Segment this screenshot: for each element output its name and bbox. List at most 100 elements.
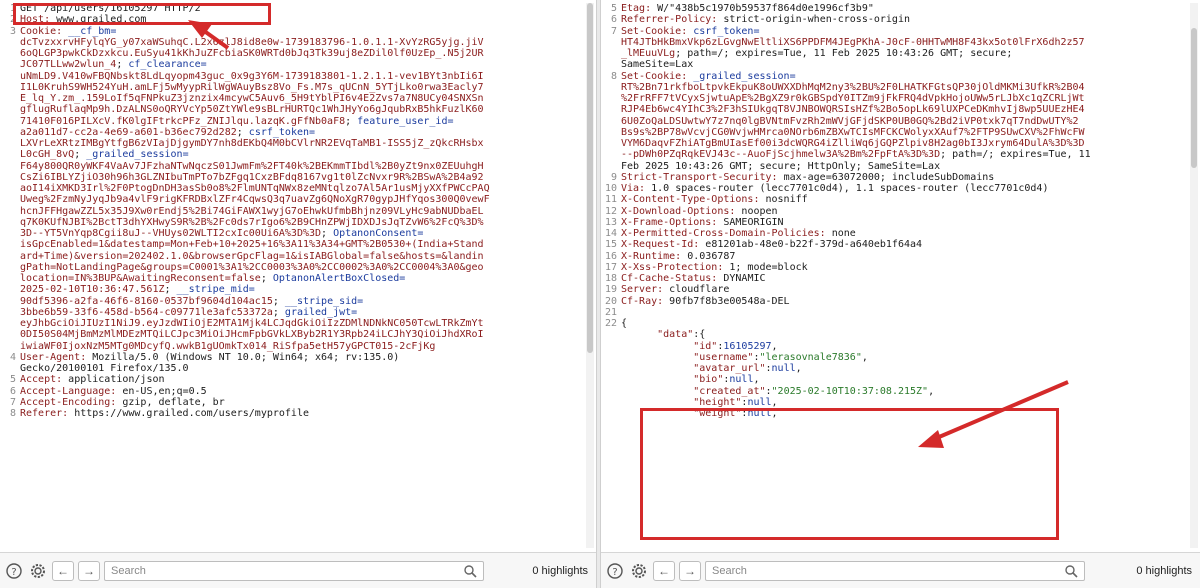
code-line: I1L0KruhS9WH524YuH.amLFj5wMyypRilWgWAuyB… — [0, 82, 584, 93]
line-content: VYM6DaqvFZhiATgBmUIasEf00i3dcWQRG4iZlliW… — [621, 138, 1188, 149]
code-token: Set-Cookie: — [621, 70, 694, 82]
code-token: W/"438b5c1970b59537f864d0e1996cf3b9" — [657, 3, 874, 14]
code-token: uNmLD9.V410wFBQNbskt8LdLqyopm43guc_0x9g3… — [20, 70, 484, 82]
arrow-left-icon[interactable]: ← — [653, 560, 675, 581]
code-token: ; — [164, 284, 177, 296]
help-icon[interactable]: ? — [605, 561, 625, 581]
code-line: ard+Time)&version=202402.1.0&browserGpcF… — [0, 251, 584, 262]
gear-icon[interactable] — [629, 561, 649, 581]
code-token: ; — [345, 115, 358, 127]
line-content: LXVrLeXRtzIMBgYtfgB6zVIajDjgymDY7nh8dEKb… — [20, 138, 584, 149]
code-token: "data" — [657, 329, 694, 341]
request-scrollbar[interactable] — [586, 3, 594, 548]
line-number — [0, 82, 20, 93]
line-number: 15 — [604, 239, 617, 251]
line-number — [0, 59, 20, 70]
code-token: Uweg%2FzmNyJyqJb9a4vlF9rigKFRDBxlZFr4Cqw… — [20, 194, 490, 206]
code-token: Via: — [621, 183, 652, 194]
response-scrollbar[interactable] — [1190, 3, 1198, 548]
code-token: null — [747, 408, 772, 419]
code-token: 6oQLGP3pwkCkDzxkcu.EuSyu41kKhJuZFcbiaSK0… — [20, 48, 484, 59]
code-token: Cf-Ray: — [621, 295, 670, 307]
code-line: 3bbe6b59-33f6-458d-b564-c09771le3afc5337… — [0, 307, 584, 318]
code-line: "data":{ — [601, 329, 1188, 340]
line-number: 13 — [604, 216, 617, 228]
code-token: E_lq_Y.zm_.159LoIf5qFNPkuZ3jznzix4mcywC5… — [20, 93, 484, 104]
line-content: X-Content-Type-Options: nosniff — [621, 194, 1188, 205]
line-content: Referrer-Policy: strict-origin-when-cros… — [621, 14, 1188, 25]
code-token: HT4JTbHkBmxVkp6zLGvgNwEltliXS6PPDFM4JEgP… — [621, 36, 1085, 48]
code-token: 2025-02-10T10:36:47.561Z — [20, 284, 165, 296]
line-content: X-Xss-Protection: 1; mode=block — [621, 262, 1188, 273]
arrow-right-icon[interactable]: → — [679, 560, 701, 581]
code-token: grailed_jwt= — [284, 306, 358, 318]
code-line: 8 Referer: https://www.grailed.com/users/… — [0, 408, 584, 419]
line-content: gPath=NotLandingPage&groups=C0001%3A1%2C… — [20, 262, 584, 273]
code-token: ; path=/; expires=Tue, 11 — [940, 149, 1091, 161]
line-content: location=IN%3BUP&AwaitingReconsent=false… — [20, 273, 584, 284]
line-content: 71410F016PILXcV.fK0lgIFtrkcPFz_ZNIJlqu.l… — [20, 116, 584, 127]
help-icon[interactable]: ? — [4, 561, 24, 581]
line-content: HT4JTbHkBmxVkp6zLGvgNwEltliXS6PPDFM4JEgP… — [621, 37, 1188, 48]
code-line: 1 GET /api/users/16105297 HTTP/2 — [0, 3, 584, 14]
code-token: feature_user_id= — [357, 115, 454, 127]
code-line: 16 X-Runtime: 0.036787 — [601, 251, 1188, 262]
line-number — [0, 48, 20, 59]
code-token: 3D--YT5VnYqp8Cgii8uJ--VHUys02WLTI2cxIc00… — [20, 228, 322, 239]
code-token: X-Permitted-Cross-Domain-Policies: — [621, 228, 832, 239]
response-editor[interactable]: 5 Etag: W/"438b5c1970b59537f864d0e1996cf3… — [601, 3, 1188, 550]
code-line: 12 X-Download-Options: noopen — [601, 206, 1188, 217]
request-editor[interactable]: 1 GET /api/users/16105297 HTTP/2 2 Host: ww… — [0, 3, 584, 550]
code-token: 0DI50S04MjBmMzMlMDEzMTQiLCJpc3MiOiJHcmFp… — [20, 329, 484, 341]
line-content: Accept: application/json — [20, 374, 584, 385]
line-content: "username":"lerasovnale7836", — [621, 352, 1188, 363]
code-token: null — [771, 363, 796, 374]
gear-icon[interactable] — [28, 561, 48, 581]
line-number: 5 — [610, 3, 617, 14]
code-token: en-US,en;q=0.5 — [122, 385, 207, 397]
code-token: "height" — [693, 396, 742, 408]
code-line: RT%2Bn71rkfboLtpvkEkpuK8oUWXXDhMqM2ny3%2… — [601, 82, 1188, 93]
code-token: X-Xss-Protection: — [621, 261, 730, 273]
code-line: 22 { — [601, 318, 1188, 329]
code-line: 11 X-Content-Type-Options: nosniff — [601, 194, 1188, 205]
response-search-input[interactable]: Search — [705, 560, 1085, 581]
response-scroll-thumb[interactable] — [1191, 28, 1197, 168]
code-line: q7K0KUfNJBI%2BctT3dhYXHwyS9R%2B%2Fc0ds7r… — [0, 217, 584, 228]
line-number — [0, 206, 20, 217]
search-icon — [464, 564, 477, 578]
arrow-left-icon[interactable]: ← — [52, 560, 74, 581]
search-placeholder: Search — [712, 564, 747, 577]
line-content: I1L0KruhS9WH524YuH.amLFj5wMyypRilWgWAuyB… — [20, 82, 584, 93]
request-search-input[interactable]: Search — [104, 560, 484, 581]
arrow-right-icon[interactable]: → — [78, 560, 100, 581]
code-line: E_lq_Y.zm_.159LoIf5qFNPkuZ3jznzix4mcywC5… — [0, 93, 584, 104]
line-number — [0, 329, 20, 340]
code-token: SAMEORIGIN — [723, 216, 784, 228]
code-line: 13 X-Frame-Options: SAMEORIGIN — [601, 217, 1188, 228]
code-token: Set-Cookie: — [621, 25, 694, 37]
line-content: E_lq_Y.zm_.159LoIf5qFNPkuZ3jznzix4mcywC5… — [20, 93, 584, 104]
line-number: 5 — [9, 374, 16, 386]
line-content: X-Frame-Options: SAMEORIGIN — [621, 217, 1188, 228]
code-token: ; — [260, 273, 273, 284]
code-line: 15 X-Request-Id: e81201ab-48e0-b22f-379d-… — [601, 239, 1188, 250]
request-scroll-thumb[interactable] — [587, 3, 593, 353]
search-placeholder: Search — [111, 564, 146, 577]
code-token: LXVrLeXRtzIMBgYtfgB6zVIajDjgymDY7nh8dEKb… — [20, 138, 484, 149]
code-token: :{ — [693, 329, 706, 341]
code-line: 18 Cf-Cache-Status: DYNAMIC — [601, 273, 1188, 284]
code-line: CsZi6IBLYZjiO30h96h3GLZNIbuTmPTo7bZFgq1C… — [0, 172, 584, 183]
code-line: uNmLD9.V410wFBQNbskt8LdLqyopm43guc_0x9g3… — [0, 71, 584, 82]
line-number — [0, 183, 20, 194]
code-token: X-Frame-Options: — [621, 216, 724, 228]
line-content: 6oQLGP3pwkCkDzxkcu.EuSyu41kKhJuZFcbiaSK0… — [20, 48, 584, 59]
line-number — [601, 374, 621, 385]
code-token: null — [729, 374, 754, 386]
line-number — [601, 127, 621, 138]
line-content: 3D--YT5VnYqp8Cgii8uJ--VHUys02WLTI2cxIc00… — [20, 228, 584, 239]
line-content: "created_at":"2025-02-10T10:37:08.215Z", — [621, 386, 1188, 397]
line-content: _lMEuuVLg; path=/; expires=Tue, 11 Feb 2… — [621, 48, 1188, 59]
code-token: OptanonAlertBoxClosed= — [272, 273, 406, 284]
code-token: Accept-Language: — [20, 385, 123, 397]
